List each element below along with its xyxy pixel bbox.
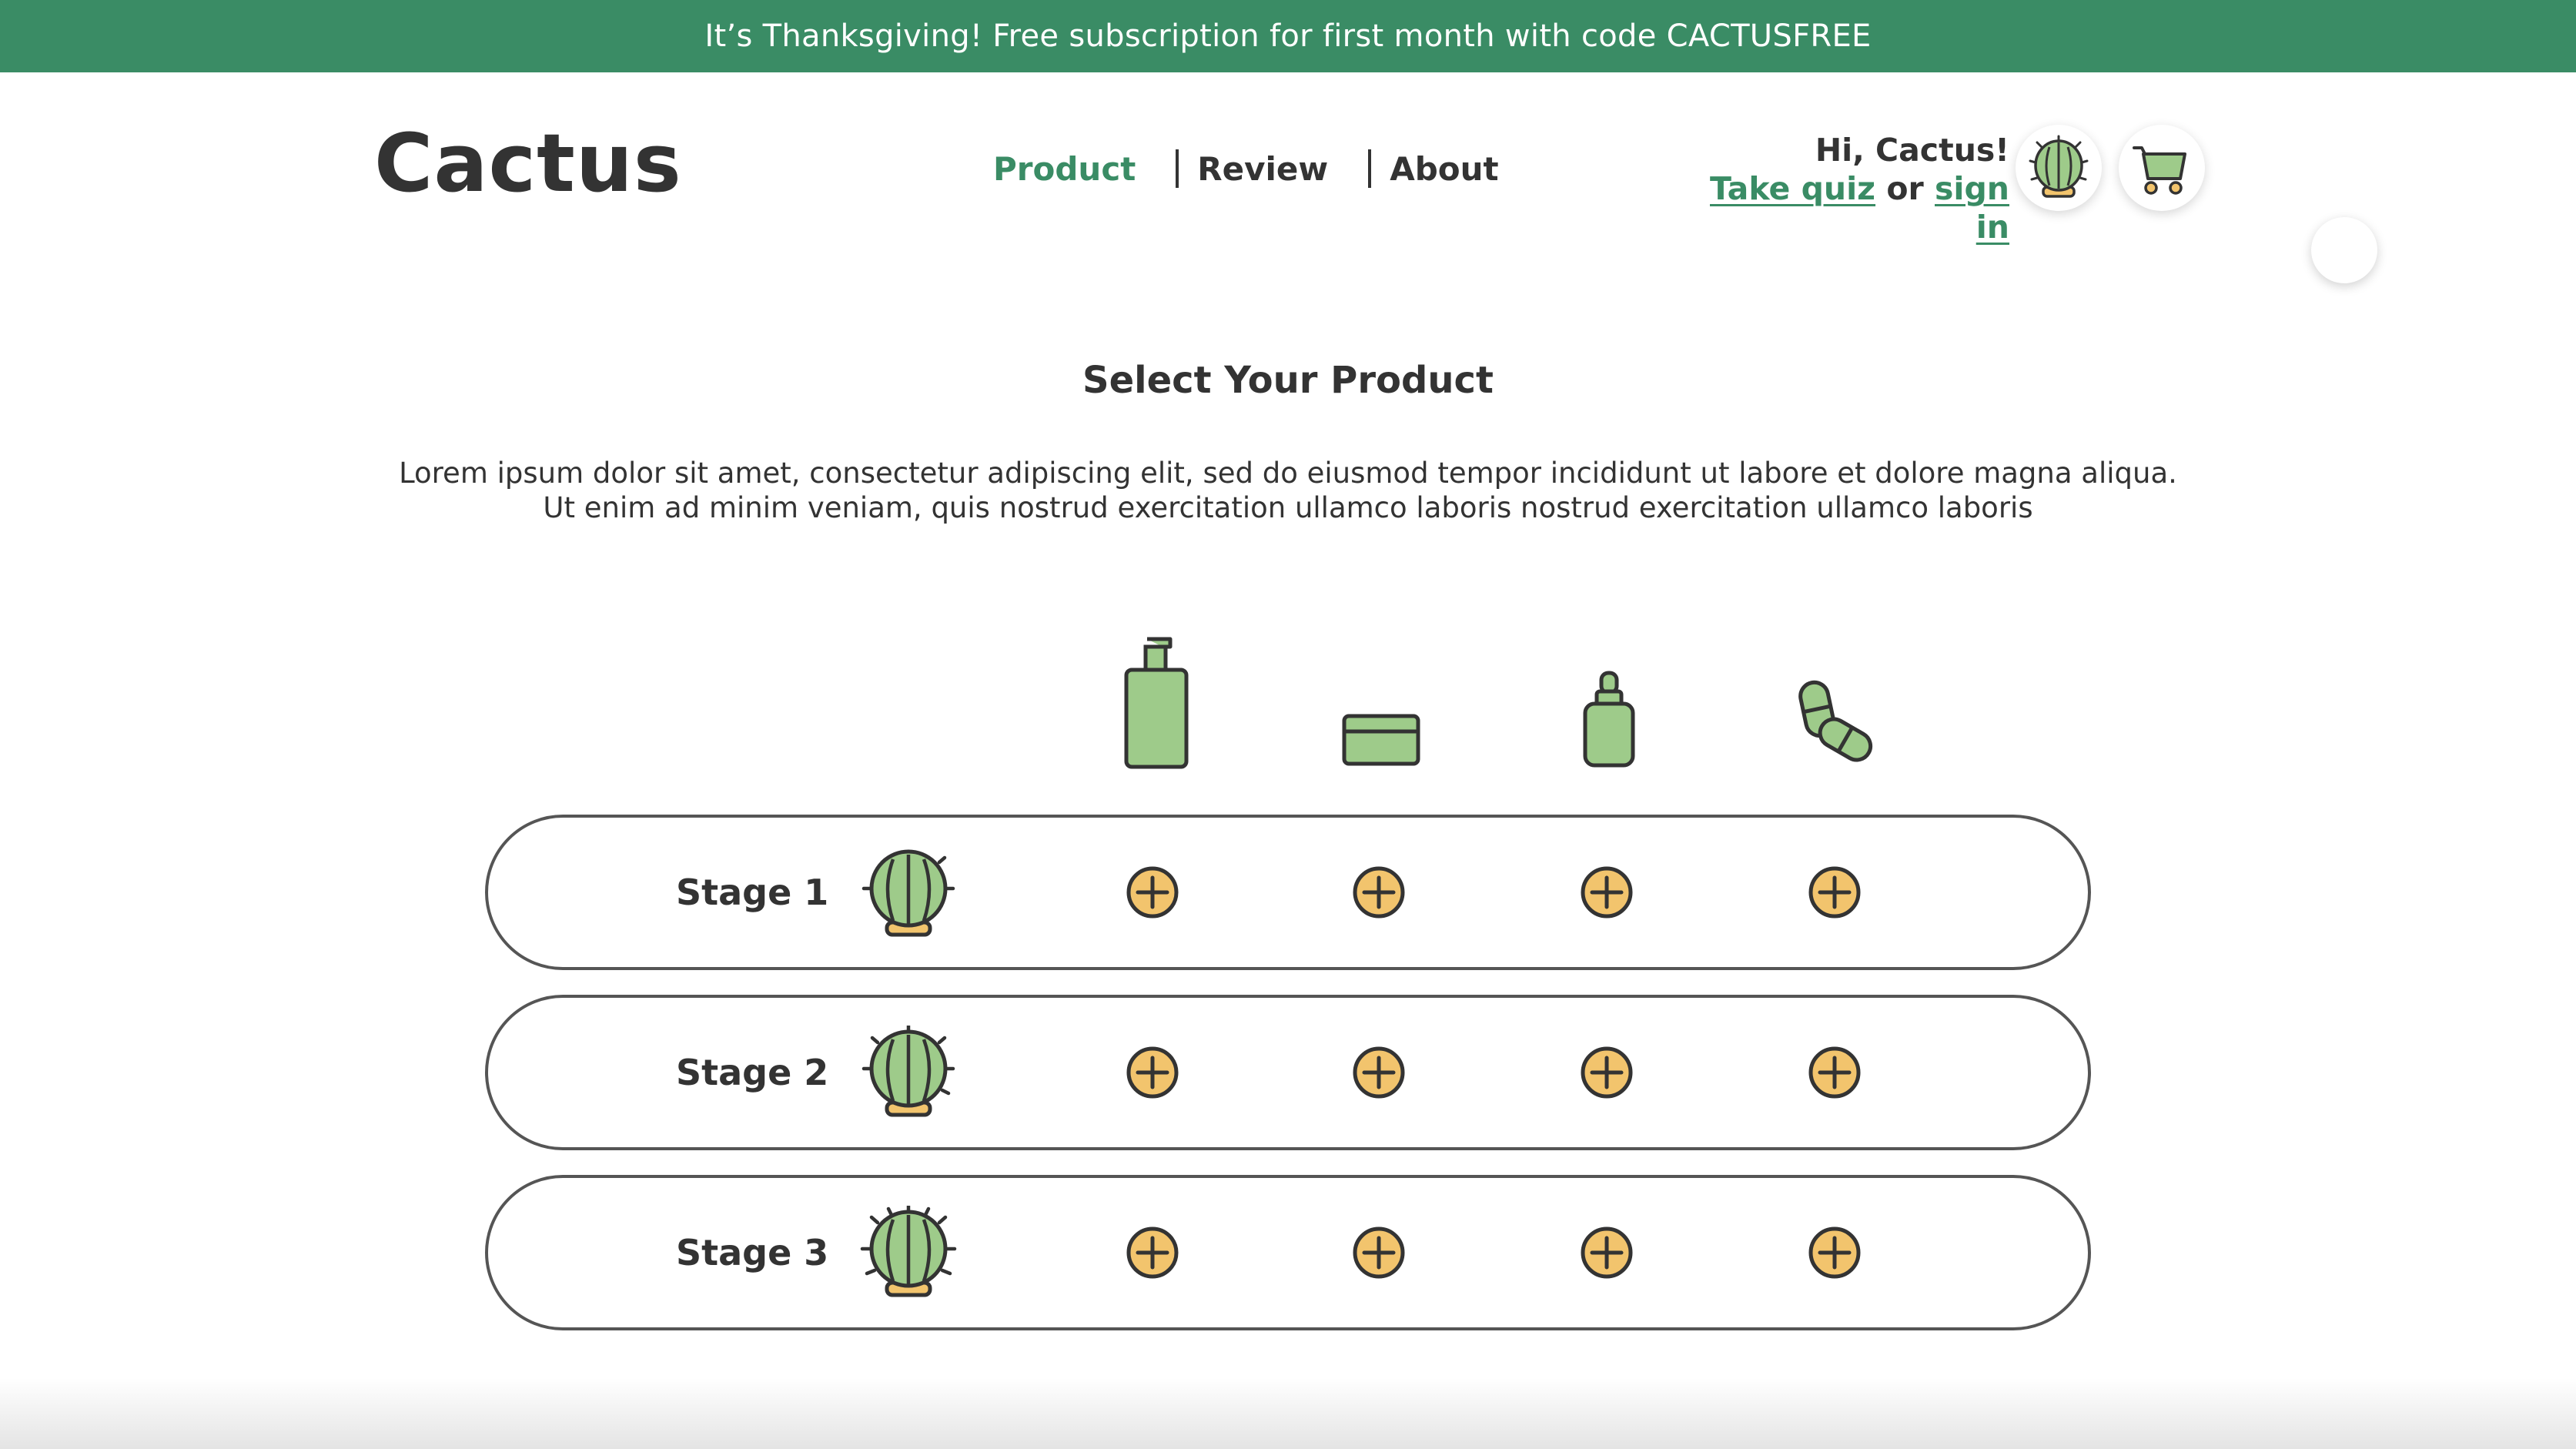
cactus-icon (2029, 135, 2089, 198)
section-title: Select Your Product (1082, 359, 1494, 402)
stage-label: Stage 1 (676, 872, 829, 913)
nav-item-about[interactable]: About (1390, 150, 1498, 188)
section-description: Lorem ipsum dolor sit amet, consectetur … (399, 457, 2177, 524)
greeting-text: Hi, Cactus! (1815, 132, 2009, 169)
sign-in-link[interactable]: sign in (1935, 170, 2009, 246)
cactus-spiky-icon (861, 1026, 955, 1126)
add-product-button[interactable] (1352, 865, 1406, 919)
greeting-block: Hi, Cactus! Take quiz or sign in (1686, 131, 2009, 246)
cart-icon (2133, 146, 2186, 195)
dropper-bottle-icon (1583, 671, 1635, 768)
avatar-button[interactable] (2016, 125, 2102, 211)
add-product-button[interactable] (1352, 1226, 1406, 1280)
nav-separator (1368, 149, 1372, 188)
cactus-icon (861, 845, 955, 945)
floating-action-button[interactable] (2311, 217, 2377, 283)
add-product-button[interactable] (1808, 1046, 1862, 1099)
nav-item-review[interactable]: Review (1197, 150, 1328, 188)
nav-separator (1176, 149, 1179, 188)
add-product-button[interactable] (1808, 865, 1862, 919)
stage-row-1: Stage 1 (485, 815, 2091, 970)
main-nav: Product Review About (993, 145, 1499, 192)
promo-banner: It’s Thanksgiving! Free subscription for… (0, 0, 2576, 72)
add-product-button[interactable] (1808, 1226, 1862, 1280)
cactus-spikier-icon (860, 1206, 957, 1306)
add-product-button[interactable] (1126, 1226, 1179, 1280)
add-product-button[interactable] (1352, 1046, 1406, 1099)
nav-item-product[interactable]: Product (993, 150, 1136, 188)
add-product-button[interactable] (1126, 1046, 1179, 1099)
stage-label: Stage 2 (676, 1052, 829, 1093)
or-text: or (1886, 170, 1924, 207)
stage-row-2: Stage 2 (485, 995, 2091, 1150)
add-product-button[interactable] (1126, 865, 1179, 919)
pump-bottle-icon (1124, 637, 1189, 769)
add-product-button[interactable] (1580, 865, 1634, 919)
stage-row-3: Stage 3 (485, 1175, 2091, 1330)
cream-jar-icon (1342, 714, 1420, 766)
capsule-icon (1798, 680, 1873, 762)
bottom-shadow (0, 1378, 2576, 1449)
stage-label: Stage 3 (676, 1232, 829, 1273)
take-quiz-link[interactable]: Take quiz (1710, 170, 1875, 207)
add-product-button[interactable] (1580, 1226, 1634, 1280)
logo[interactable]: Cactus (374, 123, 682, 203)
promo-text: It’s Thanksgiving! Free subscription for… (704, 18, 1872, 54)
add-product-button[interactable] (1580, 1046, 1634, 1099)
cart-button[interactable] (2119, 125, 2205, 211)
